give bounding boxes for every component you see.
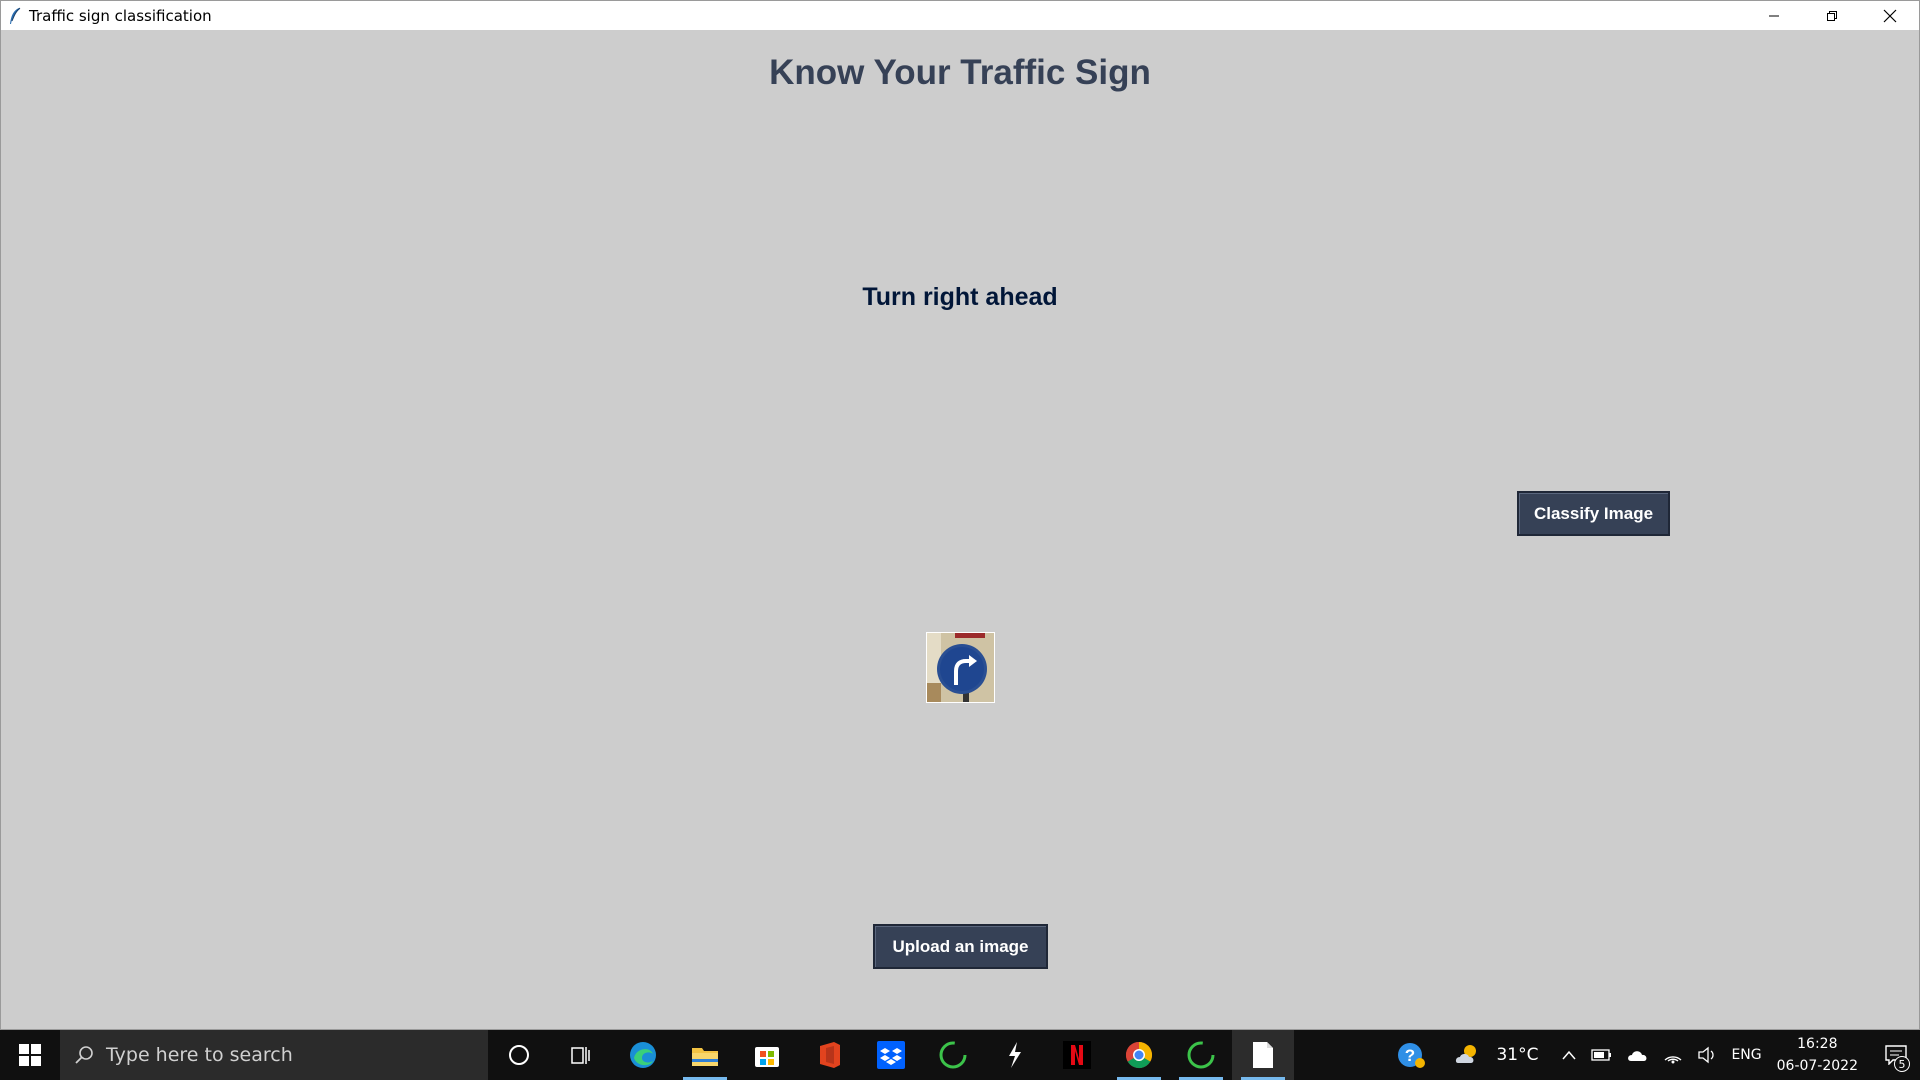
notification-count: 5	[1894, 1056, 1910, 1072]
temperature[interactable]: 31°C	[1496, 1045, 1538, 1065]
dropbox-icon[interactable]	[860, 1030, 922, 1080]
minimize-icon	[1769, 15, 1779, 16]
onedrive-icon[interactable]	[1627, 1047, 1649, 1063]
minimize-button[interactable]	[1745, 1, 1803, 30]
search-placeholder: Type here to search	[106, 1044, 293, 1066]
language-indicator[interactable]: ENG	[1731, 1047, 1761, 1063]
close-button[interactable]	[1861, 1, 1919, 30]
refresh-app-icon-2[interactable]	[1170, 1030, 1232, 1080]
netflix-icon[interactable]	[1046, 1030, 1108, 1080]
window-title: Traffic sign classification	[29, 6, 212, 25]
file-explorer-icon[interactable]	[674, 1030, 736, 1080]
uploaded-image-preview	[926, 632, 995, 703]
clock-date: 06-07-2022	[1776, 1058, 1858, 1074]
task-view-icon[interactable]	[550, 1030, 612, 1080]
classify-image-button[interactable]: Classify Image	[1517, 491, 1670, 536]
search-icon	[74, 1045, 94, 1065]
edge-icon[interactable]	[612, 1030, 674, 1080]
volume-icon[interactable]	[1697, 1046, 1717, 1064]
refresh-app-icon[interactable]	[922, 1030, 984, 1080]
clock-time: 16:28	[1797, 1036, 1838, 1052]
title-bar[interactable]: Traffic sign classification	[1, 1, 1919, 30]
restore-button[interactable]	[1803, 1, 1861, 30]
chevron-up-icon[interactable]	[1561, 1049, 1577, 1061]
app-window: Traffic sign classification Know Your Tr…	[0, 0, 1920, 1030]
taskbar-search[interactable]: Type here to search	[60, 1030, 488, 1080]
weather-icon[interactable]	[1454, 1043, 1482, 1067]
clock[interactable]: 16:28 06-07-2022	[1777, 1033, 1858, 1077]
feather-icon	[5, 6, 25, 26]
start-button[interactable]	[0, 1030, 60, 1080]
upload-image-button[interactable]: Upload an image	[873, 924, 1048, 969]
wifi-icon[interactable]	[1663, 1046, 1683, 1064]
restore-icon	[1827, 10, 1837, 21]
store-icon[interactable]	[736, 1030, 798, 1080]
notification-center-button[interactable]: 5	[1872, 1030, 1920, 1080]
office-icon[interactable]	[798, 1030, 860, 1080]
system-tray: ? 31°C ENG 16:28 06-07-2022 5	[1390, 1030, 1920, 1080]
classification-result: Turn right ahead	[862, 283, 1058, 311]
git-icon[interactable]	[984, 1030, 1046, 1080]
cortana-icon[interactable]	[488, 1030, 550, 1080]
page-title: Know Your Traffic Sign	[769, 53, 1151, 92]
notepad-icon[interactable]	[1232, 1030, 1294, 1080]
svg-text:?: ?	[1405, 1046, 1415, 1065]
chrome-icon[interactable]	[1108, 1030, 1170, 1080]
close-icon	[1883, 9, 1897, 22]
taskbar: Type here to search ? 31°C ENG 16:28 06-…	[0, 1030, 1920, 1080]
help-icon[interactable]: ?	[1397, 1040, 1427, 1070]
battery-icon[interactable]	[1591, 1048, 1613, 1062]
window-controls	[1745, 1, 1919, 30]
windows-icon	[19, 1044, 41, 1066]
